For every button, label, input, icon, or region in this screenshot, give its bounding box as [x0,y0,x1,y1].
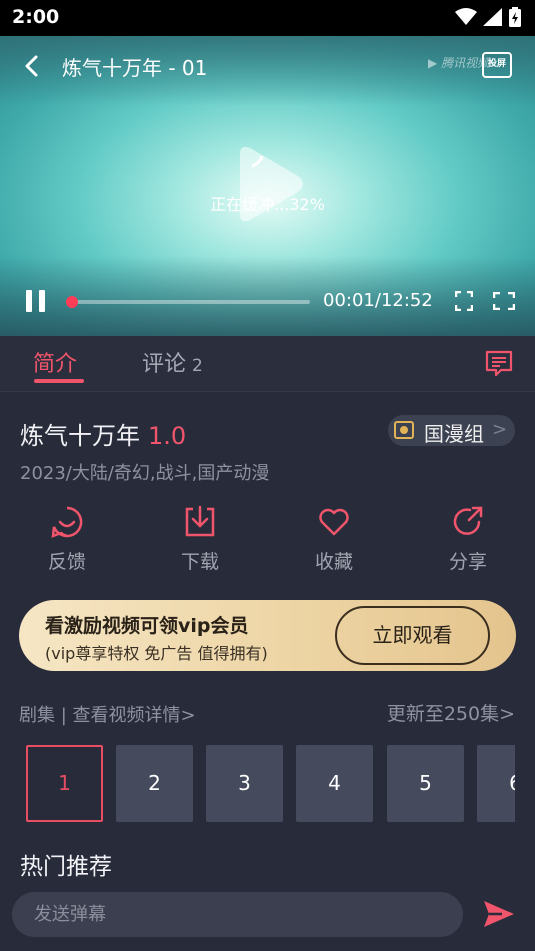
vip-banner[interactable]: 看激励视频可领vip会员 (vip尊享特权 免广告 值得拥有) 立即观看 [19,600,516,671]
group-label: 国漫组 [424,422,484,446]
hot-recommend-title: 热门推荐 [20,854,112,880]
episode-item[interactable]: 2 [116,745,193,822]
tab-underline [34,379,84,383]
cast-button[interactable]: 投屏 [482,52,512,78]
bottom-bar [0,884,535,951]
video-title: 炼气十万年 - 01 [62,56,208,80]
heart-icon [319,508,349,536]
danmaku-list-icon[interactable] [485,349,513,377]
status-time: 2:00 [12,6,60,28]
expand-icon[interactable] [493,292,515,310]
tab-bar: 简介 评论 2 [0,336,535,392]
episode-list: 1 2 3 4 5 6 [26,745,515,823]
chevron-right-icon: > [492,419,508,440]
episode-details-link[interactable]: 剧集 | 查看视频详情> [19,701,196,727]
group-badge[interactable]: 国漫组 > [388,415,515,446]
episode-item[interactable]: 3 [206,745,283,822]
tab-comments[interactable]: 评论 2 [142,346,203,378]
episode-item[interactable]: 6 [477,745,515,822]
share-icon [453,506,483,535]
episode-item[interactable]: 1 [26,745,103,822]
comment-count: 2 [192,356,203,376]
favorite-label: 收藏 [314,551,353,573]
fullscreen-icon[interactable] [455,291,473,311]
vip-title: 看激励视频可领vip会员 [45,615,249,637]
signal-icon [483,8,502,26]
status-bar: 2:00 [0,0,535,36]
download-button[interactable]: 下载 [160,505,240,575]
loading-spinner-icon [240,146,303,222]
watermark: ▶ 腾讯视频 [428,56,490,70]
buffering-text: 正在缓冲...32% [210,195,325,214]
battery-icon [509,7,521,27]
status-icons [455,7,521,27]
show-title: 炼气十万年 1.0 [20,422,187,450]
vip-subtitle: (vip尊享特权 免广告 值得拥有) [45,644,268,663]
show-rating: 1.0 [148,422,187,450]
feedback-button[interactable]: 反馈 [27,505,107,575]
video-player[interactable]: 炼气十万年 - 01 ▶ 腾讯视频 投屏 正在缓冲...32% 00:01/12… [0,36,535,336]
tab-intro[interactable]: 简介 [33,346,77,378]
back-button[interactable] [18,52,46,80]
wifi-icon [455,8,477,25]
share-button[interactable]: 分享 [428,505,508,575]
pause-button[interactable] [25,290,47,312]
feedback-label: 反馈 [47,551,86,573]
show-meta: 2023/大陆/奇幻,战斗,国产动漫 [20,463,270,484]
favorite-button[interactable]: 收藏 [294,505,374,575]
time-readout: 00:01/12:52 [323,290,433,311]
episode-item[interactable]: 5 [387,745,464,822]
film-icon [394,421,414,439]
download-label: 下载 [180,551,219,573]
download-icon [185,505,215,537]
progress-thumb[interactable] [66,296,78,308]
progress-bar[interactable] [72,300,310,304]
danmaku-input[interactable] [12,892,463,937]
share-label: 分享 [448,551,487,573]
feedback-icon [51,506,83,538]
video-logo-icon: ▶ [428,56,438,70]
send-icon[interactable] [482,898,516,930]
episode-update-link[interactable]: 更新至250集> [387,699,515,726]
watch-now-button[interactable]: 立即观看 [335,606,490,665]
action-row: 反馈 下载 收藏 分享 [0,505,535,575]
episode-item[interactable]: 4 [296,745,373,822]
